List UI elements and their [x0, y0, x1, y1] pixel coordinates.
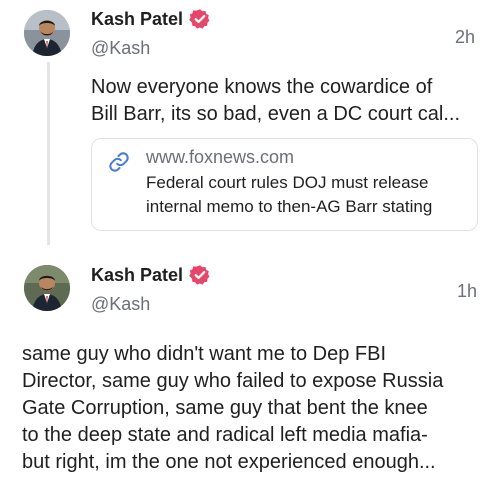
post-text[interactable]: same guy who didn't want me to Dep FBI D… [22, 341, 443, 476]
verified-badge-icon [189, 8, 211, 30]
post-1[interactable]: Kash Patel @Kash 2h Now everyone knows t… [0, 0, 500, 250]
avatar[interactable] [24, 265, 70, 311]
link-title: Federal court rules DOJ must release int… [146, 171, 432, 219]
author-name[interactable]: Kash Patel [91, 9, 183, 30]
verified-badge-icon [189, 264, 211, 286]
post-timestamp: 1h [457, 281, 478, 301]
link-preview-card[interactable]: www.foxnews.com Federal court rules DOJ … [91, 138, 478, 231]
post-text-line: same guy who didn't want me to Dep FBI [22, 343, 386, 365]
thread-line [47, 62, 50, 245]
author-handle[interactable]: @Kash [91, 294, 150, 315]
post-text[interactable]: Now everyone knows the cowardice of Bill… [91, 74, 460, 128]
post-text-line: Director, same guy who failed to expose … [22, 370, 444, 392]
post-text-line: but right, im the one not experienced en… [22, 451, 436, 473]
post-2[interactable]: Kash Patel @Kash 1h same guy who didn't … [0, 250, 500, 490]
post-text-line: Now everyone knows the cowardice of [91, 76, 433, 98]
link-icon [108, 151, 130, 173]
link-title-line: internal memo to then-AG Barr stating [146, 197, 433, 216]
post-text-line: to the deep state and radical left media… [22, 424, 428, 446]
post-text-line: Bill Barr, its so bad, even a DC court c… [91, 103, 461, 125]
avatar[interactable] [24, 10, 70, 56]
post-text-line: Gate Corruption, same guy that bent the … [22, 397, 428, 419]
author-handle[interactable]: @Kash [91, 38, 150, 59]
link-title-line: Federal court rules DOJ must release [146, 173, 429, 192]
link-domain: www.foxnews.com [146, 147, 295, 167]
post-timestamp: 2h [455, 27, 476, 47]
author-name[interactable]: Kash Patel [91, 265, 183, 286]
